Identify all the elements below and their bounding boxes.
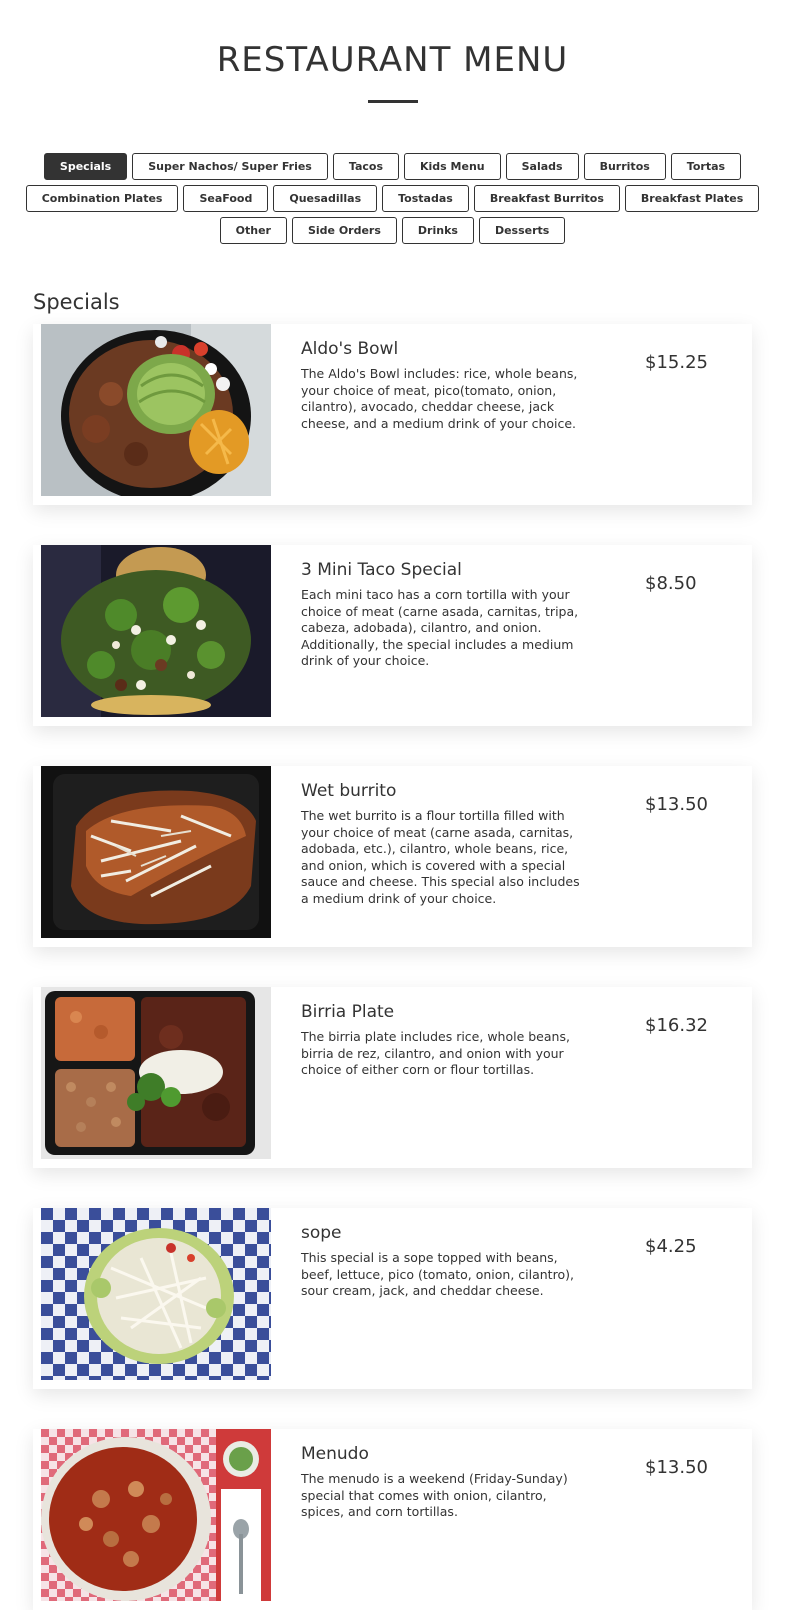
category-breakfast-plates-button[interactable]: Breakfast Plates <box>624 185 760 212</box>
category-other-button[interactable]: Other <box>219 217 287 244</box>
item-price: $4.25 <box>645 1236 697 1257</box>
title-divider <box>367 100 418 103</box>
item-description: The Aldo's Bowl includes: rice, whole be… <box>301 366 578 431</box>
birria-photo <box>41 987 271 1159</box>
item-name: Menudo <box>301 1444 369 1464</box>
category-side-orders-button[interactable]: Side Orders <box>291 217 397 244</box>
page-title: RESTAURANT MENU <box>216 40 569 80</box>
menu-item-card: sope This special is a sope topped with … <box>33 1208 752 1389</box>
category-super-nachos-button[interactable]: Super Nachos/ Super Fries <box>132 153 328 180</box>
item-name: Birria Plate <box>301 1002 395 1022</box>
category-salads-button[interactable]: Salads <box>505 153 579 180</box>
tacos-photo <box>41 545 271 717</box>
section-title: Specials <box>33 290 120 314</box>
item-description: The menudo is a weekend (Friday-Sunday) … <box>301 1471 568 1519</box>
item-price: $8.50 <box>645 573 697 594</box>
category-drinks-button[interactable]: Drinks <box>401 217 474 244</box>
category-nav: Specials Super Nachos/ Super Fries Tacos… <box>0 153 785 244</box>
category-row: Combination Plates SeaFood Quesadillas T… <box>0 185 785 212</box>
category-row: Other Side Orders Drinks Desserts <box>0 217 785 244</box>
item-name: 3 Mini Taco Special <box>301 560 462 580</box>
category-tacos-button[interactable]: Tacos <box>332 153 399 180</box>
category-burritos-button[interactable]: Burritos <box>583 153 666 180</box>
category-specials-button[interactable]: Specials <box>43 153 128 180</box>
category-seafood-button[interactable]: SeaFood <box>183 185 269 212</box>
item-description: The wet burrito is a flour tortilla fill… <box>301 808 580 906</box>
menu-item-card: Aldo's Bowl The Aldo's Bowl includes: ri… <box>33 324 752 505</box>
item-name: Aldo's Bowl <box>301 339 399 359</box>
item-description: Each mini taco has a corn tortilla with … <box>301 587 579 668</box>
category-tortas-button[interactable]: Tortas <box>670 153 742 180</box>
category-row: Specials Super Nachos/ Super Fries Tacos… <box>0 153 785 180</box>
category-kids-menu-button[interactable]: Kids Menu <box>404 153 501 180</box>
category-quesadillas-button[interactable]: Quesadillas <box>273 185 378 212</box>
item-name: sope <box>301 1223 342 1243</box>
sope-photo <box>41 1208 271 1380</box>
item-price: $15.25 <box>645 352 708 373</box>
item-name: Wet burrito <box>301 781 397 801</box>
menu-item-card: Wet burrito The wet burrito is a flour t… <box>33 766 752 947</box>
menu-item-card: Birria Plate The birria plate includes r… <box>33 987 752 1168</box>
menu-item-card: Menudo The menudo is a weekend (Friday-S… <box>33 1429 752 1610</box>
category-combination-plates-button[interactable]: Combination Plates <box>25 185 179 212</box>
item-description: The birria plate includes rice, whole be… <box>301 1029 570 1077</box>
item-price: $13.50 <box>645 1457 708 1478</box>
menu-items: Aldo's Bowl The Aldo's Bowl includes: ri… <box>0 324 785 1610</box>
bowl-photo <box>41 324 271 496</box>
item-price: $16.32 <box>645 1015 708 1036</box>
menu-item-card: 3 Mini Taco Special Each mini taco has a… <box>33 545 752 726</box>
item-price: $13.50 <box>645 794 708 815</box>
burrito-photo <box>41 766 271 938</box>
category-breakfast-burritos-button[interactable]: Breakfast Burritos <box>473 185 620 212</box>
menudo-photo <box>41 1429 271 1601</box>
item-description: This special is a sope topped with beans… <box>301 1250 574 1298</box>
category-desserts-button[interactable]: Desserts <box>478 217 566 244</box>
category-tostadas-button[interactable]: Tostadas <box>382 185 469 212</box>
